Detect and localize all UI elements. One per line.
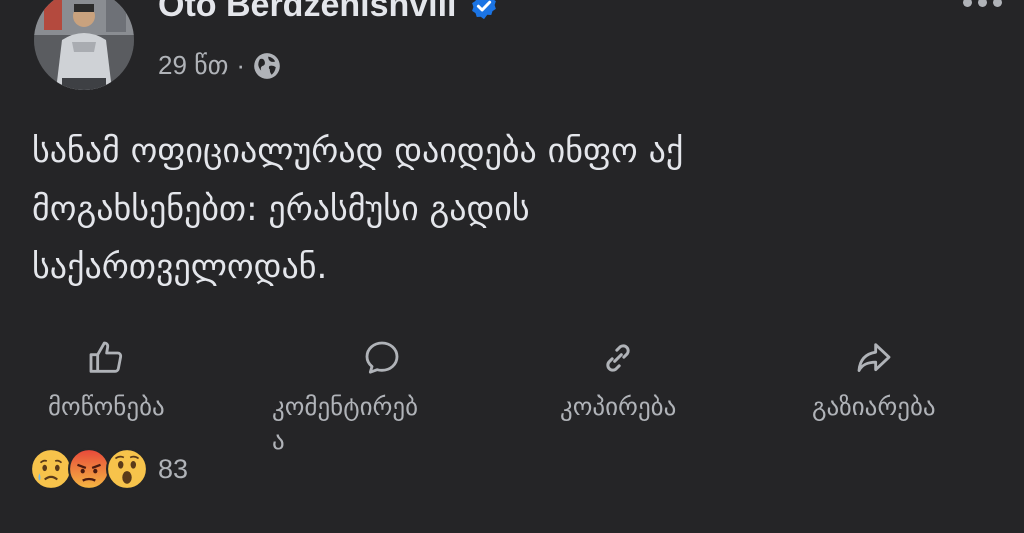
author-avatar[interactable] xyxy=(34,0,134,90)
copy-link-button[interactable]: კოპირება xyxy=(560,338,676,424)
verified-badge-icon xyxy=(471,0,496,19)
meta-separator: · xyxy=(236,50,246,80)
link-icon xyxy=(606,344,630,372)
thumbs-up-icon xyxy=(89,341,123,373)
reaction-count[interactable]: 83 xyxy=(158,454,188,485)
avatar-photo xyxy=(34,0,134,90)
comment-label-line2: ა xyxy=(272,426,285,455)
author-name-row[interactable]: Oto Berdzenishvili xyxy=(158,0,499,25)
angry-emoji-icon xyxy=(68,448,110,490)
share-label: გაზიარება xyxy=(812,392,936,421)
comment-bubble-icon xyxy=(365,341,399,374)
sad-emoji-icon xyxy=(30,448,72,490)
post-body-text: სანამ ოფიციალურად დაიდება ინფო აქ მოგახს… xyxy=(32,131,684,287)
post-meta: 29 წთ · xyxy=(158,50,281,81)
like-button[interactable]: მოწონება xyxy=(48,338,165,424)
like-label: მოწონება xyxy=(48,392,165,421)
post-time[interactable]: 29 წთ xyxy=(158,50,228,81)
copy-label: კოპირება xyxy=(560,392,677,421)
comment-button[interactable]: კომენტირებ ა xyxy=(272,338,418,458)
share-button[interactable]: გაზიარება xyxy=(812,338,936,424)
reactions-summary[interactable]: 83 xyxy=(30,448,188,490)
comment-label-line1: კომენტირებ xyxy=(272,392,419,421)
author-name[interactable]: Oto Berdzenishvili xyxy=(158,0,457,25)
globe-icon[interactable] xyxy=(253,52,281,80)
wow-emoji-icon xyxy=(106,448,148,490)
more-options-icon[interactable] xyxy=(963,0,1002,7)
share-arrow-icon xyxy=(857,343,891,372)
